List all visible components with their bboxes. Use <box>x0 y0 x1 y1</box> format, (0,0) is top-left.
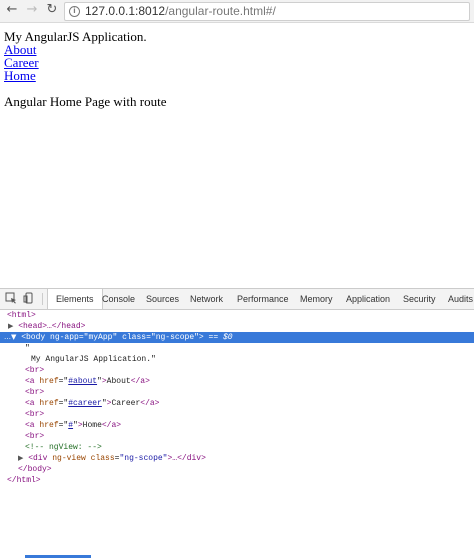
device-toolbar-icon[interactable] <box>23 292 35 304</box>
home-link[interactable]: Home <box>4 69 166 82</box>
dom-text-node[interactable]: My AngularJS Application." <box>0 354 474 365</box>
view-text: Angular Home Page with route <box>4 94 167 109</box>
tab-elements[interactable]: Elements <box>47 289 103 309</box>
browser-toolbar: ← → ↻ i 127.0.0.1:8012/angular-route.htm… <box>0 0 474 23</box>
tag-br: <br> <box>25 410 45 419</box>
dom-node-a-home[interactable]: <a href="#">Home</a> <box>0 420 474 431</box>
devtools-tabbar: Elements Console Sources Network Perform… <box>0 289 474 310</box>
tag-html-close: </html> <box>7 476 41 485</box>
tag-html-open: <html> <box>7 311 36 320</box>
tag-body-close: </body> <box>18 465 52 474</box>
page-content: My AngularJS Application. About Career H… <box>4 30 166 108</box>
inspect-element-icon[interactable] <box>5 292 17 304</box>
tab-application[interactable]: Application <box>346 289 390 309</box>
href-about[interactable]: #about <box>68 377 97 386</box>
tag-div-rest: >…</div> <box>167 454 206 463</box>
reload-icon[interactable]: ↻ <box>44 2 60 18</box>
expand-arrow-icon[interactable]: ▶ <box>18 454 23 462</box>
attr-href: href <box>39 421 59 430</box>
address-bar[interactable]: i 127.0.0.1:8012/angular-route.html#/ <box>64 2 470 21</box>
dom-node-br[interactable]: <br> <box>0 365 474 376</box>
tag-br: <br> <box>25 432 45 441</box>
dom-node-head[interactable]: ▶ <head>…</head> <box>0 321 474 332</box>
tag-a: <a <box>25 421 35 430</box>
dom-comment[interactable]: <!-- ngView: --> <box>0 442 474 453</box>
toolbar-separator <box>42 293 43 305</box>
attr-class: class <box>90 454 115 463</box>
tag-body: <body <box>21 333 46 342</box>
tab-console[interactable]: Console <box>102 289 135 309</box>
tag-a-close: </a> <box>130 377 150 386</box>
tab-audits[interactable]: Audits <box>448 289 473 309</box>
href-home[interactable]: # <box>68 421 73 430</box>
dom-node-a-career[interactable]: <a href="#career">Career</a> <box>0 398 474 409</box>
comment-ngview: <!-- ngView: --> <box>25 443 102 452</box>
val-class: "ng-scope" <box>119 454 168 463</box>
tag-body-end: > <box>198 333 204 342</box>
dom-text-quote[interactable]: " <box>0 343 474 354</box>
url-text[interactable]: 127.0.0.1:8012/angular-route.html#/ <box>85 4 276 18</box>
attr-ng-view: ng-view <box>52 454 86 463</box>
tag-a-close: </a> <box>101 421 122 430</box>
back-arrow-icon[interactable]: ← <box>4 2 20 18</box>
tag-br: <br> <box>25 388 45 397</box>
tag-a: <a <box>25 377 35 386</box>
dom-node-body-close[interactable]: </body> <box>0 464 474 475</box>
dom-node-html[interactable]: <html> <box>0 310 474 321</box>
tab-memory[interactable]: Memory <box>300 289 333 309</box>
forward-arrow-icon[interactable]: → <box>24 2 40 18</box>
tag-a: <a <box>25 399 35 408</box>
text-home: Home <box>82 421 102 430</box>
dom-node-br[interactable]: <br> <box>0 387 474 398</box>
dom-node-br[interactable]: <br> <box>0 409 474 420</box>
tab-sources[interactable]: Sources <box>146 289 179 309</box>
dom-node-br[interactable]: <br> <box>0 431 474 442</box>
expand-arrow-icon[interactable]: ▶ <box>8 322 13 330</box>
attr-href: href <box>39 399 59 408</box>
text-quote: " <box>25 344 30 353</box>
text-about: About <box>106 377 131 386</box>
href-career[interactable]: #career <box>68 399 102 408</box>
attr-class: class <box>122 333 147 342</box>
val-ng-app: "myApp" <box>83 333 118 342</box>
dom-node-a-about[interactable]: <a href="#about">About</a> <box>0 376 474 387</box>
text-career: Career <box>111 399 141 408</box>
val-class: "ng-scope" <box>150 333 199 342</box>
dom-node-div[interactable]: ▶ <div ng-view class="ng-scope">…</div> <box>0 453 474 464</box>
selected-marker: == $0 <box>208 333 233 342</box>
tab-performance[interactable]: Performance <box>237 289 289 309</box>
info-icon[interactable]: i <box>69 6 80 17</box>
ellipsis-icon: … <box>4 333 11 341</box>
dom-node-body-selected[interactable]: …▼ <body ng-app="myApp" class="ng-scope"… <box>0 332 474 343</box>
dom-node-html-close[interactable]: </html> <box>0 475 474 486</box>
tag-a-close: </a> <box>140 399 160 408</box>
tag-div: <div <box>28 454 48 463</box>
tag-head: <head>…</head> <box>18 322 86 331</box>
url-host: 127.0.0.1:8012 <box>85 4 166 18</box>
url-path: /angular-route.html#/ <box>165 4 276 18</box>
tab-security[interactable]: Security <box>403 289 436 309</box>
attr-href: href <box>39 377 59 386</box>
devtools-panel: Elements Console Sources Network Perform… <box>0 288 474 558</box>
tag-br: <br> <box>25 366 45 375</box>
attr-ng-app: ng-app <box>50 333 79 342</box>
tab-network[interactable]: Network <box>190 289 223 309</box>
collapse-arrow-icon[interactable]: ▼ <box>11 333 16 341</box>
text-node: My AngularJS Application." <box>31 355 156 364</box>
